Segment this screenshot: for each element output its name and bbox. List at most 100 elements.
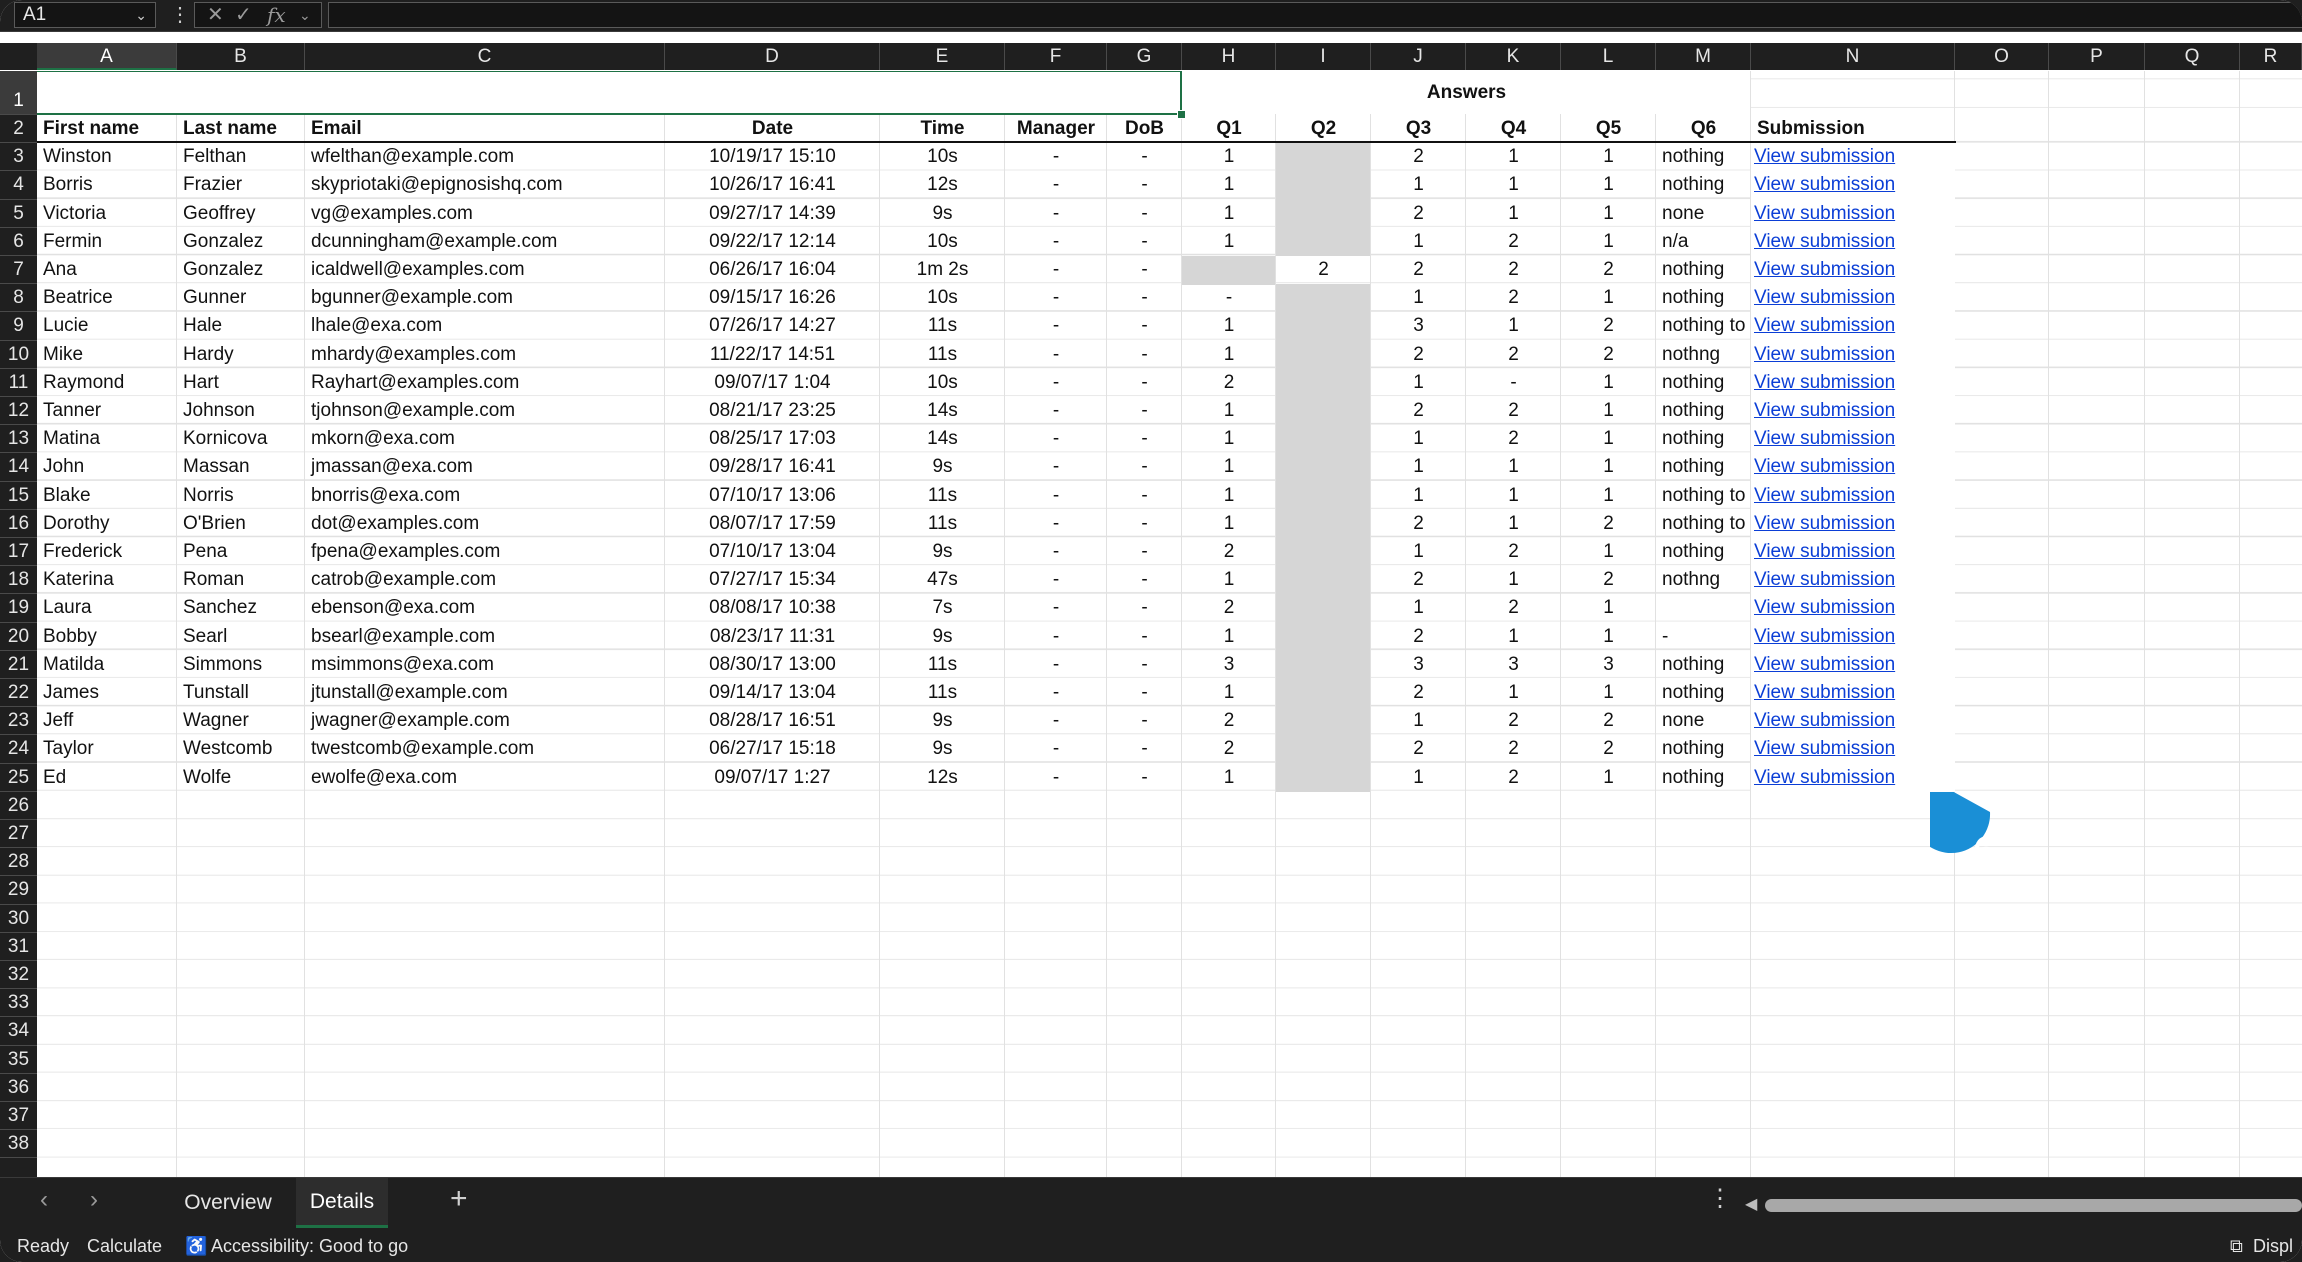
column-header-i[interactable]: I xyxy=(1276,43,1371,70)
column-header-l[interactable]: L xyxy=(1561,43,1656,70)
row-header-10[interactable]: 10 xyxy=(0,341,37,369)
view-submission-link[interactable]: View submission xyxy=(1751,763,1955,792)
view-submission-link[interactable]: View submission xyxy=(1751,622,1955,651)
scroll-left-icon[interactable]: ◀ xyxy=(1745,1194,1757,1214)
previous-sheet-icon[interactable]: ‹ xyxy=(40,1186,48,1214)
row-header-27[interactable]: 27 xyxy=(0,820,37,849)
row-header-6[interactable]: 6 xyxy=(0,228,37,256)
calculate-button[interactable]: Calculate xyxy=(87,1230,162,1262)
row-header-32[interactable]: 32 xyxy=(0,961,37,990)
row-header-24[interactable]: 24 xyxy=(0,735,37,764)
row-header-22[interactable]: 22 xyxy=(0,679,37,708)
worksheet-grid[interactable]: Answers First name Last name Email Date Time M… xyxy=(37,71,2302,1177)
insert-function-icon[interactable]: fx xyxy=(267,3,286,27)
row-header-25[interactable]: 25 xyxy=(0,764,37,792)
row-header-5[interactable]: 5 xyxy=(0,200,37,228)
tab-overview[interactable]: Overview xyxy=(172,1178,284,1228)
chevron-down-icon[interactable]: ⌄ xyxy=(135,3,147,27)
row-header-15[interactable]: 15 xyxy=(0,482,37,510)
row-header-26[interactable]: 26 xyxy=(0,792,37,820)
row-header-14[interactable]: 14 xyxy=(0,453,37,482)
row-header-29[interactable]: 29 xyxy=(0,876,37,905)
row-header-3[interactable]: 3 xyxy=(0,143,37,172)
cancel-icon[interactable]: ✕ xyxy=(207,3,224,27)
row-header-30[interactable]: 30 xyxy=(0,905,37,933)
name-box[interactable]: A1 ⌄ xyxy=(14,2,156,28)
view-submission-link[interactable]: View submission xyxy=(1751,227,1955,256)
tab-details[interactable]: Details xyxy=(296,1178,388,1228)
view-submission-link[interactable]: View submission xyxy=(1751,566,1955,595)
row-header-9[interactable]: 9 xyxy=(0,312,37,341)
view-submission-link[interactable]: View submission xyxy=(1751,368,1955,397)
scrollbar-thumb[interactable] xyxy=(1765,1199,2302,1212)
view-submission-link[interactable]: View submission xyxy=(1751,199,1955,228)
select-all-corner[interactable] xyxy=(0,43,38,70)
column-header-d[interactable]: D xyxy=(665,43,880,70)
row-header-18[interactable]: 18 xyxy=(0,566,37,595)
column-header-q[interactable]: Q xyxy=(2145,43,2240,70)
column-header-j[interactable]: J xyxy=(1371,43,1466,70)
horizontal-scrollbar[interactable]: ◀ xyxy=(1745,1195,2302,1215)
row-header-37[interactable]: 37 xyxy=(0,1102,37,1131)
enter-icon[interactable]: ✓ xyxy=(235,3,252,27)
view-submission-link[interactable]: View submission xyxy=(1751,171,1955,200)
row-header-1[interactable]: 1 xyxy=(0,71,37,115)
row-header-4[interactable]: 4 xyxy=(0,171,37,200)
view-submission-link[interactable]: View submission xyxy=(1751,707,1955,736)
view-submission-link[interactable]: View submission xyxy=(1751,679,1955,708)
column-header-b[interactable]: B xyxy=(177,43,305,70)
view-submission-link[interactable]: View submission xyxy=(1751,256,1955,285)
view-submission-link[interactable]: View submission xyxy=(1751,735,1955,764)
row-header-12[interactable]: 12 xyxy=(0,397,37,426)
view-submission-link[interactable]: View submission xyxy=(1751,538,1955,567)
row-header-23[interactable]: 23 xyxy=(0,707,37,736)
column-header-n[interactable]: N xyxy=(1751,43,1955,70)
row-header-33[interactable]: 33 xyxy=(0,989,37,1018)
row-header-31[interactable]: 31 xyxy=(0,933,37,961)
view-submission-link[interactable]: View submission xyxy=(1751,312,1955,341)
next-sheet-icon[interactable]: › xyxy=(90,1186,98,1214)
display-settings-icon[interactable]: ⧉ xyxy=(2230,1230,2243,1262)
view-submission-link[interactable]: View submission xyxy=(1751,481,1955,510)
column-header-a[interactable]: A xyxy=(37,43,177,70)
chevron-down-icon[interactable]: ⌄ xyxy=(299,3,311,27)
view-submission-link[interactable]: View submission xyxy=(1751,143,1955,172)
column-header-r[interactable]: R xyxy=(2240,43,2302,70)
row-header-36[interactable]: 36 xyxy=(0,1074,37,1102)
row-header-19[interactable]: 19 xyxy=(0,594,37,623)
row-header-28[interactable]: 28 xyxy=(0,848,37,877)
row-header-34[interactable]: 34 xyxy=(0,1017,37,1046)
view-submission-link[interactable]: View submission xyxy=(1751,284,1955,313)
column-header-g[interactable]: G xyxy=(1107,43,1182,70)
view-submission-link[interactable]: View submission xyxy=(1751,340,1955,369)
column-header-m[interactable]: M xyxy=(1656,43,1751,70)
row-header-8[interactable]: 8 xyxy=(0,284,37,313)
more-options-icon[interactable]: ⋮ xyxy=(1708,1184,1732,1213)
row-header-20[interactable]: 20 xyxy=(0,623,37,651)
row-header-2[interactable]: 2 xyxy=(0,115,37,144)
view-submission-link[interactable]: View submission xyxy=(1751,397,1955,426)
more-options-icon[interactable]: ⋮ xyxy=(170,2,190,28)
row-header-16[interactable]: 16 xyxy=(0,510,37,538)
add-sheet-icon[interactable]: + xyxy=(450,1182,468,1216)
column-header-p[interactable]: P xyxy=(2049,43,2145,70)
row-header-21[interactable]: 21 xyxy=(0,651,37,679)
column-header-e[interactable]: E xyxy=(880,43,1005,70)
view-submission-link[interactable]: View submission xyxy=(1751,594,1955,623)
accessibility-status[interactable]: Accessibility: Good to go xyxy=(211,1230,408,1262)
fill-handle[interactable] xyxy=(1177,110,1186,119)
row-header-17[interactable]: 17 xyxy=(0,538,37,567)
column-header-h[interactable]: H xyxy=(1182,43,1276,70)
view-submission-link[interactable]: View submission xyxy=(1751,509,1955,538)
column-header-o[interactable]: O xyxy=(1955,43,2049,70)
column-header-f[interactable]: F xyxy=(1005,43,1107,70)
row-header-35[interactable]: 35 xyxy=(0,1046,37,1074)
formula-input[interactable] xyxy=(328,2,2302,28)
view-submission-link[interactable]: View submission xyxy=(1751,453,1955,482)
row-header-38[interactable]: 38 xyxy=(0,1130,37,1159)
column-header-k[interactable]: K xyxy=(1466,43,1561,70)
row-header-7[interactable]: 7 xyxy=(0,256,37,285)
view-submission-link[interactable]: View submission xyxy=(1751,650,1955,679)
row-header-13[interactable]: 13 xyxy=(0,425,37,454)
column-header-c[interactable]: C xyxy=(305,43,665,70)
